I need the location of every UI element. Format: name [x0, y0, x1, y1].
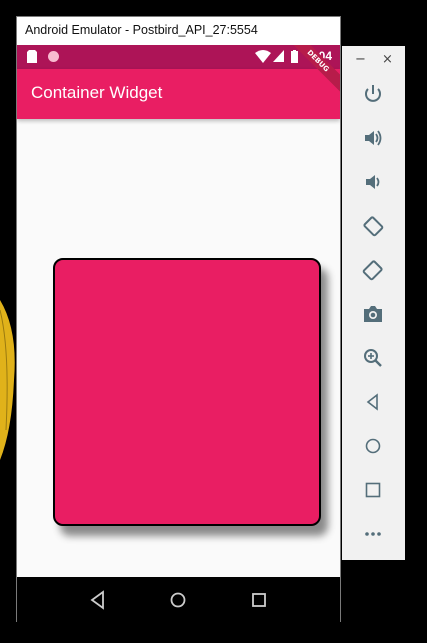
battery-icon: [291, 50, 298, 63]
overview-icon[interactable]: [362, 479, 384, 501]
rotate-right-icon[interactable]: [362, 259, 384, 281]
home-icon[interactable]: [362, 435, 384, 457]
recents-icon[interactable]: [248, 589, 270, 611]
window-title: Android Emulator - Postbird_API_27:5554: [25, 23, 258, 37]
emulator-control-panel: − ×: [342, 46, 405, 560]
app-bar-title: Container Widget: [31, 83, 163, 102]
back-icon[interactable]: [362, 391, 384, 413]
wifi-icon: [255, 50, 271, 63]
emulator-window: Android Emulator - Postbird_API_27:5554 …: [16, 16, 341, 622]
device-screen: 3:04 Container Widget DEBUG: [17, 45, 340, 622]
volume-down-icon[interactable]: [362, 171, 384, 193]
camera-icon[interactable]: [362, 303, 384, 325]
close-icon[interactable]: ×: [382, 52, 393, 67]
navigation-bar: [17, 577, 340, 622]
container-widget-box: [53, 258, 321, 526]
minimize-icon[interactable]: −: [355, 52, 366, 67]
sd-card-icon: [27, 50, 37, 63]
power-icon[interactable]: [362, 83, 384, 105]
circle-notification-icon: [48, 51, 59, 62]
zoom-icon[interactable]: [362, 347, 384, 369]
back-icon[interactable]: [87, 589, 109, 611]
more-icon[interactable]: [362, 523, 384, 545]
home-icon[interactable]: [167, 589, 189, 611]
rotate-left-icon[interactable]: [362, 215, 384, 237]
signal-icon: [273, 50, 284, 62]
status-bar: 3:04: [17, 45, 340, 69]
window-titlebar[interactable]: Android Emulator - Postbird_API_27:5554: [17, 17, 340, 45]
volume-up-icon[interactable]: [362, 127, 384, 149]
app-bar: Container Widget: [17, 69, 340, 119]
